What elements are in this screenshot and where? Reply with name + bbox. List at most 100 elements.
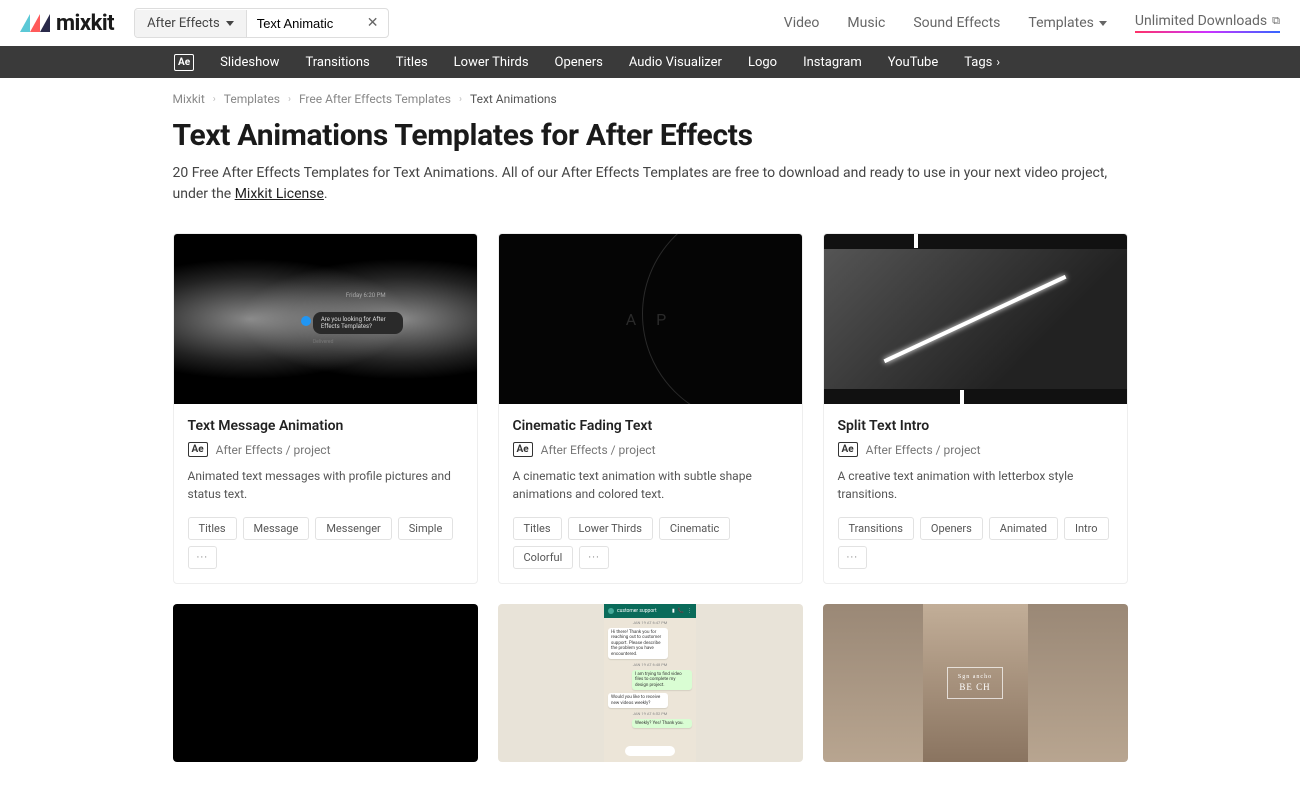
tag[interactable]: Titles bbox=[188, 517, 237, 540]
subnav-openers[interactable]: Openers bbox=[555, 55, 603, 70]
tag[interactable]: Lower Thirds bbox=[568, 517, 653, 540]
tag[interactable]: Transitions bbox=[838, 517, 914, 540]
card-title[interactable]: Text Message Animation bbox=[188, 418, 463, 434]
card-description: A creative text animation with letterbox… bbox=[838, 467, 1113, 503]
subnav-tags-label: Tags bbox=[964, 55, 992, 70]
meta-text: After Effects / project bbox=[541, 443, 656, 457]
template-thumbnail[interactable]: Friday 6:20 PM Are you looking for After… bbox=[174, 234, 477, 404]
search-bar: After Effects ✕ bbox=[134, 8, 389, 38]
card-title[interactable]: Cinematic Fading Text bbox=[513, 418, 788, 434]
template-thumbnail[interactable]: Sgn ancho BE CH bbox=[823, 604, 1128, 762]
template-card[interactable]: A P Cinematic Fading Text Ae After Effec… bbox=[498, 233, 803, 584]
subnav-titles[interactable]: Titles bbox=[396, 55, 428, 70]
nav-video[interactable]: Video bbox=[784, 15, 820, 31]
card-body: Split Text Intro Ae After Effects / proj… bbox=[824, 404, 1127, 583]
menu-icon: ⋮ bbox=[687, 608, 692, 614]
template-card[interactable]: customer support ▮ 📞 ⋮ JAN 19 AT 6:47 PM… bbox=[498, 604, 803, 762]
top-bar: mixkit After Effects ✕ Video Music Sound… bbox=[0, 0, 1300, 46]
search-input[interactable] bbox=[247, 10, 357, 37]
tag[interactable]: Titles bbox=[513, 517, 562, 540]
ae-badge-icon: Ae bbox=[513, 442, 533, 457]
subnav-slideshow[interactable]: Slideshow bbox=[220, 55, 279, 70]
chat-msg-out: I am trying to find video files to compl… bbox=[632, 670, 692, 690]
card-meta: Ae After Effects / project bbox=[838, 442, 1113, 457]
tag[interactable]: Message bbox=[243, 517, 310, 540]
tag[interactable]: Animated bbox=[989, 517, 1058, 540]
page-title: Text Animations Templates for After Effe… bbox=[173, 118, 1128, 153]
subnav-logo[interactable]: Logo bbox=[748, 55, 777, 70]
chevron-down-icon bbox=[1099, 21, 1107, 26]
subnav-youtube[interactable]: YouTube bbox=[888, 55, 939, 70]
chat-date: JAN 19 AT 6:48 PM bbox=[604, 662, 696, 667]
subnav-instagram[interactable]: Instagram bbox=[803, 55, 862, 70]
crumb-mixkit[interactable]: Mixkit bbox=[173, 92, 205, 106]
bar-icon bbox=[960, 390, 964, 404]
template-card[interactable] bbox=[173, 604, 478, 762]
template-card[interactable]: Friday 6:20 PM Are you looking for After… bbox=[173, 233, 478, 584]
tag[interactable]: Openers bbox=[920, 517, 983, 540]
frame-big: BE CH bbox=[959, 682, 990, 692]
more-tags-button[interactable]: ··· bbox=[838, 546, 868, 569]
license-link[interactable]: Mixkit License bbox=[235, 186, 324, 202]
subnav-audio-visualizer[interactable]: Audio Visualizer bbox=[629, 55, 722, 70]
top-nav: Video Music Sound Effects Templates Unli… bbox=[784, 13, 1280, 33]
template-grid: Friday 6:20 PM Are you looking for After… bbox=[173, 233, 1128, 762]
crumb-free-ae[interactable]: Free After Effects Templates bbox=[299, 92, 451, 106]
more-tags-button[interactable]: ··· bbox=[188, 546, 218, 569]
nav-templates-label: Templates bbox=[1028, 15, 1094, 31]
chat-msg-in: Hi there! Thank you for reaching out to … bbox=[608, 628, 668, 659]
template-thumbnail[interactable]: customer support ▮ 📞 ⋮ JAN 19 AT 6:47 PM… bbox=[498, 604, 803, 762]
nav-sound-effects[interactable]: Sound Effects bbox=[913, 15, 1000, 31]
chevron-right-icon: › bbox=[213, 94, 216, 105]
card-body: Cinematic Fading Text Ae After Effects /… bbox=[499, 404, 802, 583]
title-frame: Sgn ancho BE CH bbox=[947, 667, 1003, 699]
subnav-transitions[interactable]: Transitions bbox=[305, 55, 369, 70]
more-tags-button[interactable]: ··· bbox=[579, 546, 609, 569]
template-thumbnail[interactable] bbox=[173, 604, 478, 762]
portrait-mock: Sgn ancho BE CH bbox=[923, 604, 1028, 762]
nav-unlimited-downloads[interactable]: Unlimited Downloads ⧉ bbox=[1135, 13, 1280, 33]
meta-text: After Effects / project bbox=[216, 443, 331, 457]
tag[interactable]: Colorful bbox=[513, 546, 574, 569]
tag[interactable]: Intro bbox=[1064, 517, 1109, 540]
message-bubble: Are you looking for After Effects Templa… bbox=[313, 312, 403, 334]
crumb-templates[interactable]: Templates bbox=[224, 92, 280, 106]
nav-music[interactable]: Music bbox=[847, 15, 885, 31]
chevron-right-icon: › bbox=[996, 55, 1000, 69]
chat-input-mock bbox=[625, 746, 675, 756]
chat-msg-out: Weekly? Yes! Thank you. bbox=[632, 719, 692, 728]
template-thumbnail[interactable] bbox=[824, 234, 1127, 404]
subnav-tags[interactable]: Tags › bbox=[964, 55, 1000, 70]
template-card[interactable]: Sgn ancho BE CH bbox=[823, 604, 1128, 762]
video-icon: ▮ bbox=[672, 608, 675, 614]
search-category-dropdown[interactable]: After Effects bbox=[135, 10, 247, 37]
avatar-dot-icon bbox=[301, 316, 311, 326]
chat-date: JAN 19 AT 6:47 PM bbox=[604, 620, 696, 625]
arc-shape-icon bbox=[642, 234, 802, 404]
card-body: Text Message Animation Ae After Effects … bbox=[174, 404, 477, 583]
nav-templates[interactable]: Templates bbox=[1028, 15, 1107, 31]
sub-nav: Ae Slideshow Transitions Titles Lower Th… bbox=[0, 46, 1300, 78]
desc-suffix: . bbox=[324, 186, 328, 202]
tag-row: Titles Lower Thirds Cinematic Colorful ·… bbox=[513, 517, 788, 569]
card-meta: Ae After Effects / project bbox=[513, 442, 788, 457]
subnav-lower-thirds[interactable]: Lower Thirds bbox=[454, 55, 529, 70]
call-icon: 📞 bbox=[678, 608, 684, 614]
tag-row: Transitions Openers Animated Intro ··· bbox=[838, 517, 1113, 569]
clear-search-icon[interactable]: ✕ bbox=[357, 9, 389, 37]
template-thumbnail[interactable]: A P bbox=[499, 234, 802, 404]
logo-link[interactable]: mixkit bbox=[20, 11, 114, 36]
chat-msg-in: Would you like to receive new videos wee… bbox=[608, 693, 668, 708]
card-title[interactable]: Split Text Intro bbox=[838, 418, 1113, 434]
tag[interactable]: Messenger bbox=[315, 517, 391, 540]
phone-mock: customer support ▮ 📞 ⋮ JAN 19 AT 6:47 PM… bbox=[604, 604, 696, 762]
bar-icon bbox=[914, 234, 918, 248]
logo-icon bbox=[20, 14, 50, 32]
template-card[interactable]: Split Text Intro Ae After Effects / proj… bbox=[823, 233, 1128, 584]
ae-badge-icon: Ae bbox=[838, 442, 858, 457]
card-description: Animated text messages with profile pict… bbox=[188, 467, 463, 503]
tag[interactable]: Cinematic bbox=[659, 517, 730, 540]
ae-badge-icon[interactable]: Ae bbox=[174, 54, 194, 71]
chat-name: customer support bbox=[617, 608, 669, 614]
tag[interactable]: Simple bbox=[398, 517, 454, 540]
